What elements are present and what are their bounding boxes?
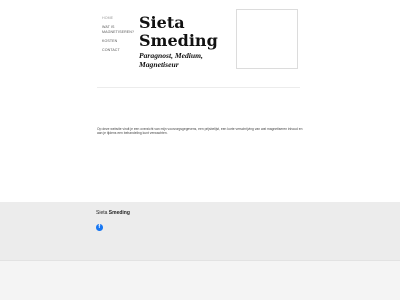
footer-brand: Sieta Smeding [96, 210, 130, 216]
facebook-icon[interactable]: f [96, 224, 103, 231]
nav-item-wat-is-magnetiseren[interactable]: WAT IS MAGNETISEREN? [102, 25, 136, 34]
image-placeholder [236, 9, 298, 69]
brand-subtitle: Paragnost, Medium, Magnetiseur [139, 51, 203, 69]
bottom-band [0, 260, 400, 300]
site-brand: Sieta Smeding Paragnost, Medium, Magneti… [139, 14, 229, 69]
main-navigation: HOME WAT IS MAGNETISEREN? KOSTEN CONTACT [102, 16, 136, 57]
nav-item-kosten[interactable]: KOSTEN [102, 39, 136, 44]
nav-item-home[interactable]: HOME [102, 16, 136, 21]
footer: Sieta Smeding f [0, 202, 400, 260]
brand-name-last: Smeding [139, 30, 218, 50]
footer-brand-first: Sieta [96, 210, 108, 216]
brand-name-first: Sieta [139, 13, 185, 32]
intro-text: Op deze website vindt je een overzicht v… [97, 127, 303, 136]
header-divider [97, 87, 300, 88]
footer-brand-last: Smeding [108, 210, 130, 216]
nav-item-contact[interactable]: CONTACT [102, 48, 136, 53]
